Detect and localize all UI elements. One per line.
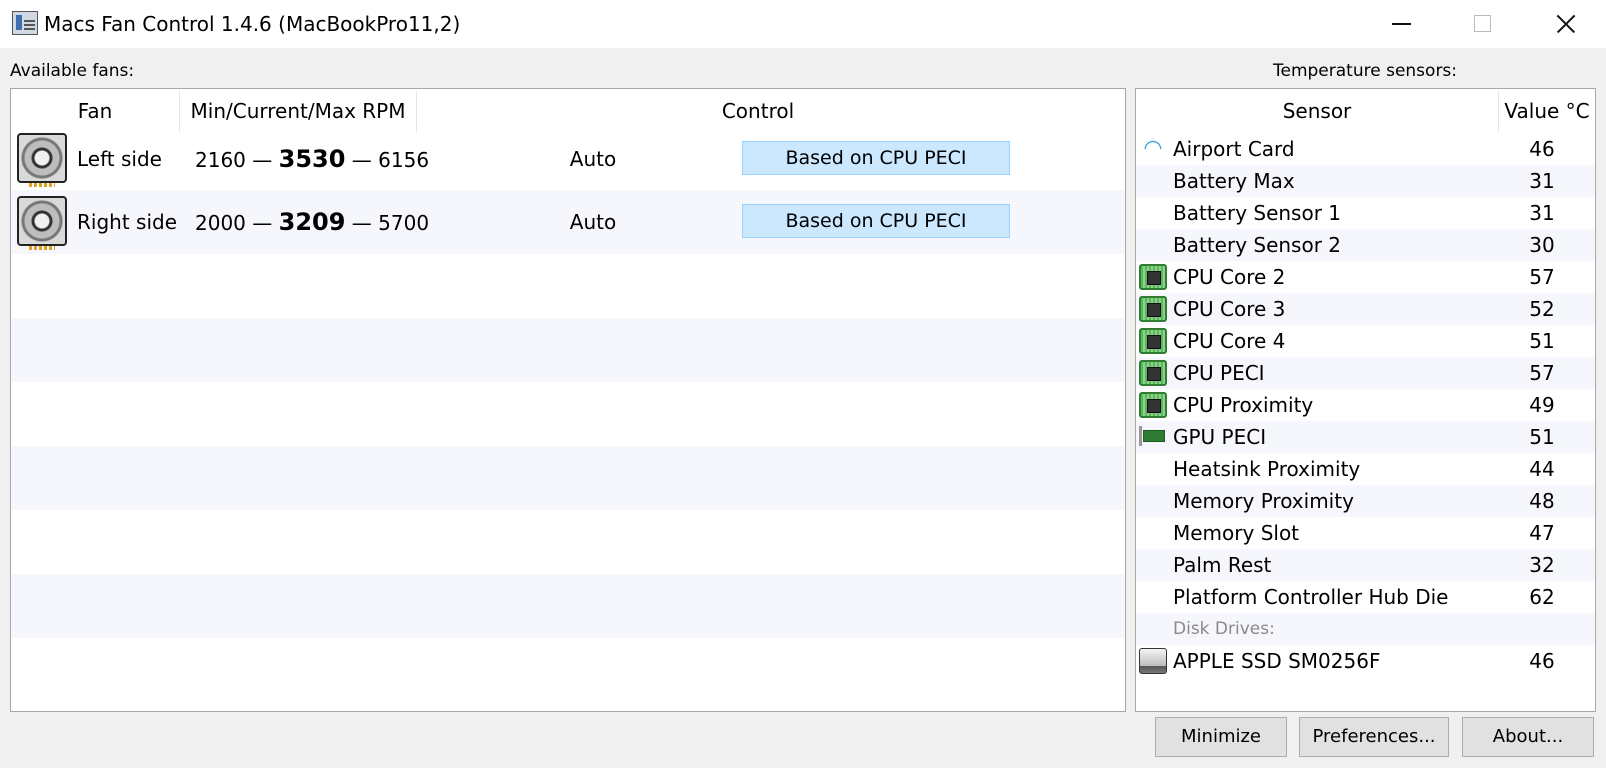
fan-control-button[interactable]: Based on CPU PECI <box>742 141 1010 175</box>
app-icon <box>12 11 38 35</box>
fan-row-right-side[interactable]: Right side 2000 — 3209 — 5700 Auto Based… <box>11 190 1125 254</box>
sensors-list-header: Sensor Value °C <box>1136 89 1595 134</box>
sensor-name: CPU Core 4 <box>1173 329 1286 353</box>
sensor-row[interactable]: Palm Rest 32 <box>1136 549 1595 581</box>
fan-rpm-current: 3209 <box>278 208 346 236</box>
temperature-sensors-label: Temperature sensors: <box>1273 61 1458 81</box>
sensor-value: 46 <box>1529 649 1555 673</box>
cpu-chip-icon <box>1139 360 1167 386</box>
sensors-list[interactable]: Sensor Value °C ◠ Airport Card 46 Battery M… <box>1135 88 1596 712</box>
sensor-row[interactable]: CPU Core 3 52 <box>1136 293 1595 325</box>
cpu-chip-icon <box>1139 296 1167 322</box>
sensor-row[interactable]: ◠ Airport Card 46 <box>1136 133 1595 165</box>
fan-rpm-max: 6156 <box>378 148 430 172</box>
fan-icon <box>17 196 67 250</box>
fan-rpm-current: 3530 <box>278 145 346 173</box>
column-header-value[interactable]: Value °C <box>1499 89 1595 134</box>
sensor-value: 44 <box>1529 457 1555 481</box>
fans-list[interactable]: Fan Min/Current/Max RPM Control Left sid… <box>10 88 1126 712</box>
sensor-row[interactable]: CPU Core 4 51 <box>1136 325 1595 357</box>
sensor-row[interactable]: CPU Proximity 49 <box>1136 389 1595 421</box>
sensor-value: 51 <box>1529 329 1555 353</box>
cpu-chip-icon <box>1139 328 1167 354</box>
about-button[interactable]: About... <box>1462 717 1594 757</box>
window-minimize-button[interactable] <box>1366 0 1436 48</box>
row-stripe <box>11 318 1125 382</box>
minimize-button[interactable]: Minimize <box>1155 717 1287 757</box>
fan-name: Left side <box>77 147 162 171</box>
gpu-card-icon <box>1139 424 1167 450</box>
sensor-group-label: Disk Drives: <box>1173 619 1275 639</box>
sensor-value: 52 <box>1529 297 1555 321</box>
sensor-row[interactable]: Heatsink Proximity 44 <box>1136 453 1595 485</box>
sensor-group-header: Disk Drives: <box>1136 613 1595 645</box>
rpm-separator: — <box>351 211 372 235</box>
sensor-value: 49 <box>1529 393 1555 417</box>
sensor-name: Memory Proximity <box>1173 489 1354 513</box>
sensor-value: 51 <box>1529 425 1555 449</box>
sensor-value: 31 <box>1529 201 1555 225</box>
sensor-value: 30 <box>1529 233 1555 257</box>
sensor-name: Airport Card <box>1173 137 1295 161</box>
sensor-value: 32 <box>1529 553 1555 577</box>
sensor-name: Memory Slot <box>1173 521 1300 545</box>
sensor-row[interactable]: CPU Core 2 57 <box>1136 261 1595 293</box>
ssd-drive-icon <box>1139 648 1167 674</box>
sensor-name: APPLE SSD SM0256F <box>1173 649 1381 673</box>
sensor-value: 62 <box>1529 585 1555 609</box>
sensor-row[interactable]: Platform Controller Hub Die 62 <box>1136 581 1595 613</box>
sensor-name: CPU PECI <box>1173 361 1265 385</box>
window-title: Macs Fan Control 1.4.6 (MacBookPro11,2) <box>44 12 461 36</box>
window-close-button[interactable] <box>1530 0 1600 48</box>
column-header-sensor[interactable]: Sensor <box>1136 89 1498 134</box>
rpm-separator: — <box>252 148 273 172</box>
rpm-separator: — <box>351 148 372 172</box>
sensor-value: 57 <box>1529 361 1555 385</box>
sensor-value: 46 <box>1529 137 1555 161</box>
sensor-row[interactable]: Memory Proximity 48 <box>1136 485 1595 517</box>
sensor-name: Heatsink Proximity <box>1173 457 1361 481</box>
fan-rpm-max: 5700 <box>378 211 430 235</box>
available-fans-label: Available fans: <box>10 61 135 81</box>
fan-row-left-side[interactable]: Left side 2160 — 3530 — 6156 Auto Based … <box>11 127 1125 191</box>
sensor-row[interactable]: APPLE SSD SM0256F 46 <box>1136 645 1595 677</box>
rpm-separator: — <box>252 211 273 235</box>
sensor-row[interactable]: Battery Max 31 <box>1136 165 1595 197</box>
sensor-value: 48 <box>1529 489 1555 513</box>
sensor-name: Battery Max <box>1173 169 1295 193</box>
preferences-button[interactable]: Preferences... <box>1299 717 1449 757</box>
sensor-name: CPU Proximity <box>1173 393 1314 417</box>
row-stripe <box>11 574 1125 638</box>
sensor-row[interactable]: Memory Slot 47 <box>1136 517 1595 549</box>
fan-mode: Auto <box>569 210 617 234</box>
sensor-value: 57 <box>1529 265 1555 289</box>
cpu-chip-icon <box>1139 264 1167 290</box>
fan-rpm: 2000 — 3209 — 5700 <box>195 190 429 255</box>
wifi-icon: ◠ <box>1144 136 1162 161</box>
sensor-row[interactable]: Battery Sensor 1 31 <box>1136 197 1595 229</box>
sensor-value: 47 <box>1529 521 1555 545</box>
sensor-name: CPU Core 3 <box>1173 297 1286 321</box>
fan-name: Right side <box>77 210 177 234</box>
sensor-name: Platform Controller Hub Die <box>1173 585 1449 609</box>
fan-rpm: 2160 — 3530 — 6156 <box>195 127 429 192</box>
sensor-name: Battery Sensor 1 <box>1173 201 1342 225</box>
window-maximize-button[interactable] <box>1448 0 1518 48</box>
title-bar: Macs Fan Control 1.4.6 (MacBookPro11,2) <box>0 0 1606 48</box>
fan-mode: Auto <box>569 147 617 171</box>
sensor-value: 31 <box>1529 169 1555 193</box>
cpu-chip-icon <box>1139 392 1167 418</box>
fan-rpm-min: 2160 <box>195 148 246 172</box>
sensor-row[interactable]: CPU PECI 57 <box>1136 357 1595 389</box>
sensor-name: CPU Core 2 <box>1173 265 1286 289</box>
sensor-name: Palm Rest <box>1173 553 1272 577</box>
fan-control-button[interactable]: Based on CPU PECI <box>742 204 1010 238</box>
sensor-name: Battery Sensor 2 <box>1173 233 1342 257</box>
sensor-row[interactable]: Battery Sensor 2 30 <box>1136 229 1595 261</box>
sensor-name: GPU PECI <box>1173 425 1267 449</box>
fan-rpm-min: 2000 <box>195 211 246 235</box>
fan-icon <box>17 133 67 187</box>
sensor-row[interactable]: GPU PECI 51 <box>1136 421 1595 453</box>
row-stripe <box>11 446 1125 510</box>
